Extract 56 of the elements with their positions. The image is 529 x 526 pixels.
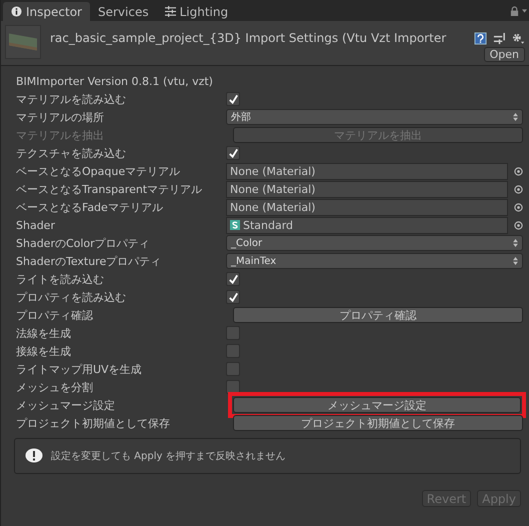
field-label: ライトを読み込む <box>16 272 105 286</box>
object-field[interactable]: None (Material) <box>226 162 508 180</box>
field-label: プロパティ確認 <box>16 308 94 322</box>
checkbox[interactable] <box>226 92 240 106</box>
lock-icon[interactable] <box>510 6 519 17</box>
dropdown[interactable]: 外部 <box>226 109 523 125</box>
object-field[interactable]: None (Material) <box>226 180 508 198</box>
field-label: ベースとなるOpaqueマテリアル <box>16 164 182 178</box>
action-button[interactable]: プロジェクト初期値として保存 <box>233 415 523 431</box>
field-label: 接線を生成 <box>16 344 72 358</box>
field-label: メッシュを分割 <box>16 380 94 394</box>
open-button[interactable]: Open <box>484 47 525 62</box>
field-label: マテリアルを読み込む <box>16 92 127 106</box>
field-label: メッシュマージ設定 <box>16 398 116 412</box>
field-label: テクスチャを読み込む <box>16 146 127 160</box>
tab[interactable]: Services <box>90 2 157 21</box>
field-label: Shader <box>16 218 56 232</box>
dropdown[interactable]: _MainTex <box>226 253 523 269</box>
field-label: ShaderのColorプロパティ <box>16 236 151 250</box>
field-label: 法線を生成 <box>16 326 72 340</box>
menu-caret-icon[interactable] <box>522 9 527 13</box>
field-label: マテリアルを抽出 <box>16 128 105 142</box>
field-label: ベースとなるTransparentマテリアル <box>16 182 204 196</box>
dropdown[interactable]: _Color <box>226 235 523 251</box>
field-label: ライトマップ用UVを生成 <box>16 362 143 376</box>
tab[interactable]: Inspector <box>3 2 90 21</box>
checkbox[interactable] <box>226 362 240 376</box>
model-thumbnail <box>5 25 41 59</box>
action-button[interactable]: プロパティ確認 <box>233 307 523 323</box>
up-down-arrows-icon <box>513 257 518 265</box>
field-label: ShaderのTextureプロパティ <box>16 254 162 268</box>
info-icon <box>11 6 22 17</box>
exclamation-bubble-icon <box>25 448 43 464</box>
checkbox[interactable] <box>226 344 240 358</box>
checkbox[interactable] <box>226 290 240 304</box>
field-label: マテリアルの場所 <box>16 110 105 124</box>
object-field[interactable]: Standard <box>226 216 508 234</box>
action-button[interactable]: メッシュマージ設定 <box>233 397 521 413</box>
settings-icon[interactable] <box>512 32 525 44</box>
window-title: rac_basic_sample_project_{3D} Import Settings (Vtu Vzt Importer <box>50 31 448 45</box>
object-field[interactable]: None (Material) <box>226 198 508 216</box>
preset-icon[interactable] <box>493 32 506 44</box>
up-down-arrows-icon <box>513 239 518 247</box>
field-label: ベースとなるFadeマテリアル <box>16 200 164 214</box>
sliders-icon <box>164 6 176 17</box>
shader-icon <box>230 220 240 230</box>
version-text: BIMImporter Version 0.8.1 (vtu, vzt) <box>16 74 214 90</box>
field-label: プロパティを読み込む <box>16 290 127 304</box>
tab[interactable]: Lighting <box>156 2 236 21</box>
field-label: プロジェクト初期値として保存 <box>16 416 171 430</box>
checkbox[interactable] <box>226 326 240 340</box>
notice-text: 設定を変更しても Apply を押すまで反映されません <box>51 450 286 463</box>
up-down-arrows-icon <box>513 113 518 121</box>
checkbox[interactable] <box>226 272 240 286</box>
checkbox[interactable] <box>226 146 240 160</box>
help-icon[interactable] <box>474 32 487 44</box>
